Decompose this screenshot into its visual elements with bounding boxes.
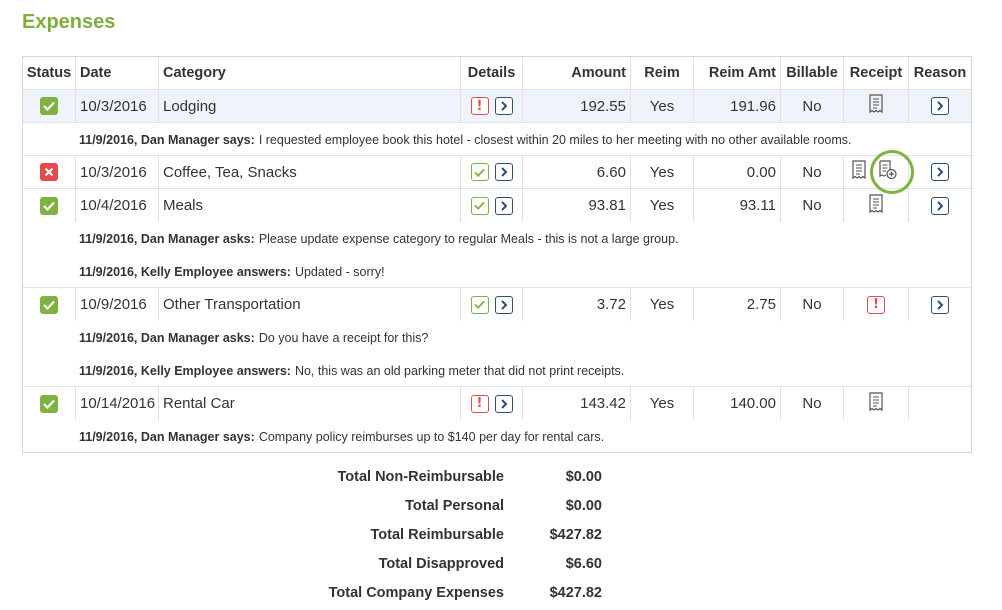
table-row: 10/3/2016 Coffee, Tea, Snacks 6.60 Yes 0… (23, 156, 971, 189)
col-reason: Reason (913, 65, 967, 81)
approved-check-icon[interactable] (40, 97, 58, 115)
expense-category: Lodging (163, 97, 217, 115)
col-reim: Reim (644, 65, 680, 81)
table-row: 10/3/2016 Lodging ! 192.55 Yes 191.96 No (23, 90, 971, 123)
expense-category: Other Transportation (163, 296, 301, 313)
expense-billable: No (802, 163, 822, 181)
comment: 11/9/2016, Kelly Employee answers: No, th… (79, 363, 625, 378)
expenses-table: Status Date Category Details Amount Reim… (22, 56, 972, 453)
col-billable: Billable (786, 65, 838, 81)
col-receipt: Receipt (849, 65, 903, 81)
table-header: Status Date Category Details Amount Reim… (23, 57, 971, 90)
col-details: Details (467, 65, 516, 81)
expense-reim-amt: 191.96 (730, 97, 776, 115)
comment-row: 11/9/2016, Dan Manager says: I requested … (23, 123, 971, 156)
expense-reim-amt: 2.75 (746, 296, 776, 313)
chevron-right-icon[interactable] (494, 196, 513, 215)
chevron-right-icon[interactable] (494, 295, 513, 314)
reason-chevron-right-icon[interactable] (931, 295, 949, 314)
col-status: Status (26, 65, 72, 81)
comment: 11/9/2016, Dan Manager asks: Do you have … (79, 330, 429, 345)
warning-icon[interactable]: ! (470, 97, 489, 115)
receipt-icon[interactable] (852, 160, 866, 184)
reason-chevron-right-icon[interactable] (931, 97, 949, 115)
ok-check-icon[interactable] (470, 196, 489, 215)
expense-date: 10/14/2016 (80, 395, 156, 412)
chevron-right-icon[interactable] (494, 97, 513, 115)
chevron-right-icon[interactable] (494, 394, 513, 413)
highlight-ring (870, 150, 914, 194)
expense-reim: Yes (649, 163, 675, 181)
col-category: Category (163, 65, 226, 81)
expense-date: 10/9/2016 (80, 296, 147, 313)
receipt-icon[interactable] (869, 193, 883, 218)
table-row: 10/14/2016 Rental Car ! 143.42 Yes 140.0… (23, 387, 971, 453)
chevron-right-icon[interactable] (494, 163, 513, 181)
table-row: 10/4/2016 Meals 93.81 Yes 93.11 No 11/9/… (23, 189, 971, 288)
receipt-icon[interactable] (869, 94, 883, 118)
expense-amount: 192.55 (580, 97, 626, 115)
receipt-icon[interactable] (869, 391, 883, 416)
warning-icon[interactable]: ! (470, 394, 489, 413)
expense-reim: Yes (649, 296, 675, 313)
rejected-x-icon[interactable] (40, 163, 58, 181)
expense-date: 10/4/2016 (80, 197, 147, 214)
total-reimbursable: Total Reimbursable $427.82 (370, 527, 602, 543)
expense-reim: Yes (649, 197, 675, 214)
expense-billable: No (802, 97, 822, 115)
expense-billable: No (802, 395, 822, 412)
expense-reim-amt: 140.00 (730, 395, 776, 412)
total-disapproved: Total Disapproved $6.60 (378, 556, 602, 572)
reason-chevron-right-icon[interactable] (931, 196, 949, 215)
expense-date: 10/3/2016 (80, 97, 147, 115)
expense-reim: Yes (649, 97, 675, 115)
expense-reim-amt: 0.00 (746, 163, 776, 181)
expense-reim-amt: 93.11 (739, 197, 776, 214)
ok-check-icon[interactable] (470, 163, 489, 181)
col-reim-amt: Reim Amt (708, 65, 776, 81)
expense-date: 10/3/2016 (80, 163, 147, 181)
ok-check-icon[interactable] (470, 295, 489, 314)
total-company-expenses: Total Company Expenses $427.82 (328, 585, 602, 601)
page-title: Expenses (22, 11, 116, 33)
total-personal: Total Personal $0.00 (405, 498, 602, 514)
approved-check-icon[interactable] (40, 295, 58, 314)
comment: 11/9/2016, Dan Manager asks: Please updat… (79, 231, 679, 246)
expense-category: Rental Car (163, 395, 235, 412)
col-date: Date (80, 65, 112, 81)
expense-billable: No (802, 296, 822, 313)
expense-reim: Yes (649, 395, 675, 412)
expense-amount: 143.42 (580, 395, 626, 412)
missing-receipt-warning-icon[interactable]: ! (867, 295, 885, 314)
expense-amount: 3.72 (596, 296, 626, 313)
comment: 11/9/2016, Kelly Employee answers: Update… (79, 264, 385, 279)
expense-amount: 93.81 (588, 197, 626, 214)
reason-chevron-right-icon[interactable] (931, 163, 949, 181)
col-amount: Amount (571, 65, 626, 81)
expense-category: Meals (163, 197, 204, 214)
total-non-reimbursable: Total Non-Reimbursable $0.00 (337, 469, 603, 485)
comment: 11/9/2016, Dan Manager says: I requested … (79, 132, 852, 147)
approved-check-icon[interactable] (40, 394, 58, 413)
comment: 11/9/2016, Dan Manager says: Company poli… (79, 429, 605, 444)
expense-category: Coffee, Tea, Snacks (163, 163, 297, 181)
table-row: 10/9/2016 Other Transportation 3.72 Yes … (23, 288, 971, 387)
approved-check-icon[interactable] (40, 196, 58, 215)
expense-billable: No (802, 197, 822, 214)
expense-amount: 6.60 (596, 163, 626, 181)
